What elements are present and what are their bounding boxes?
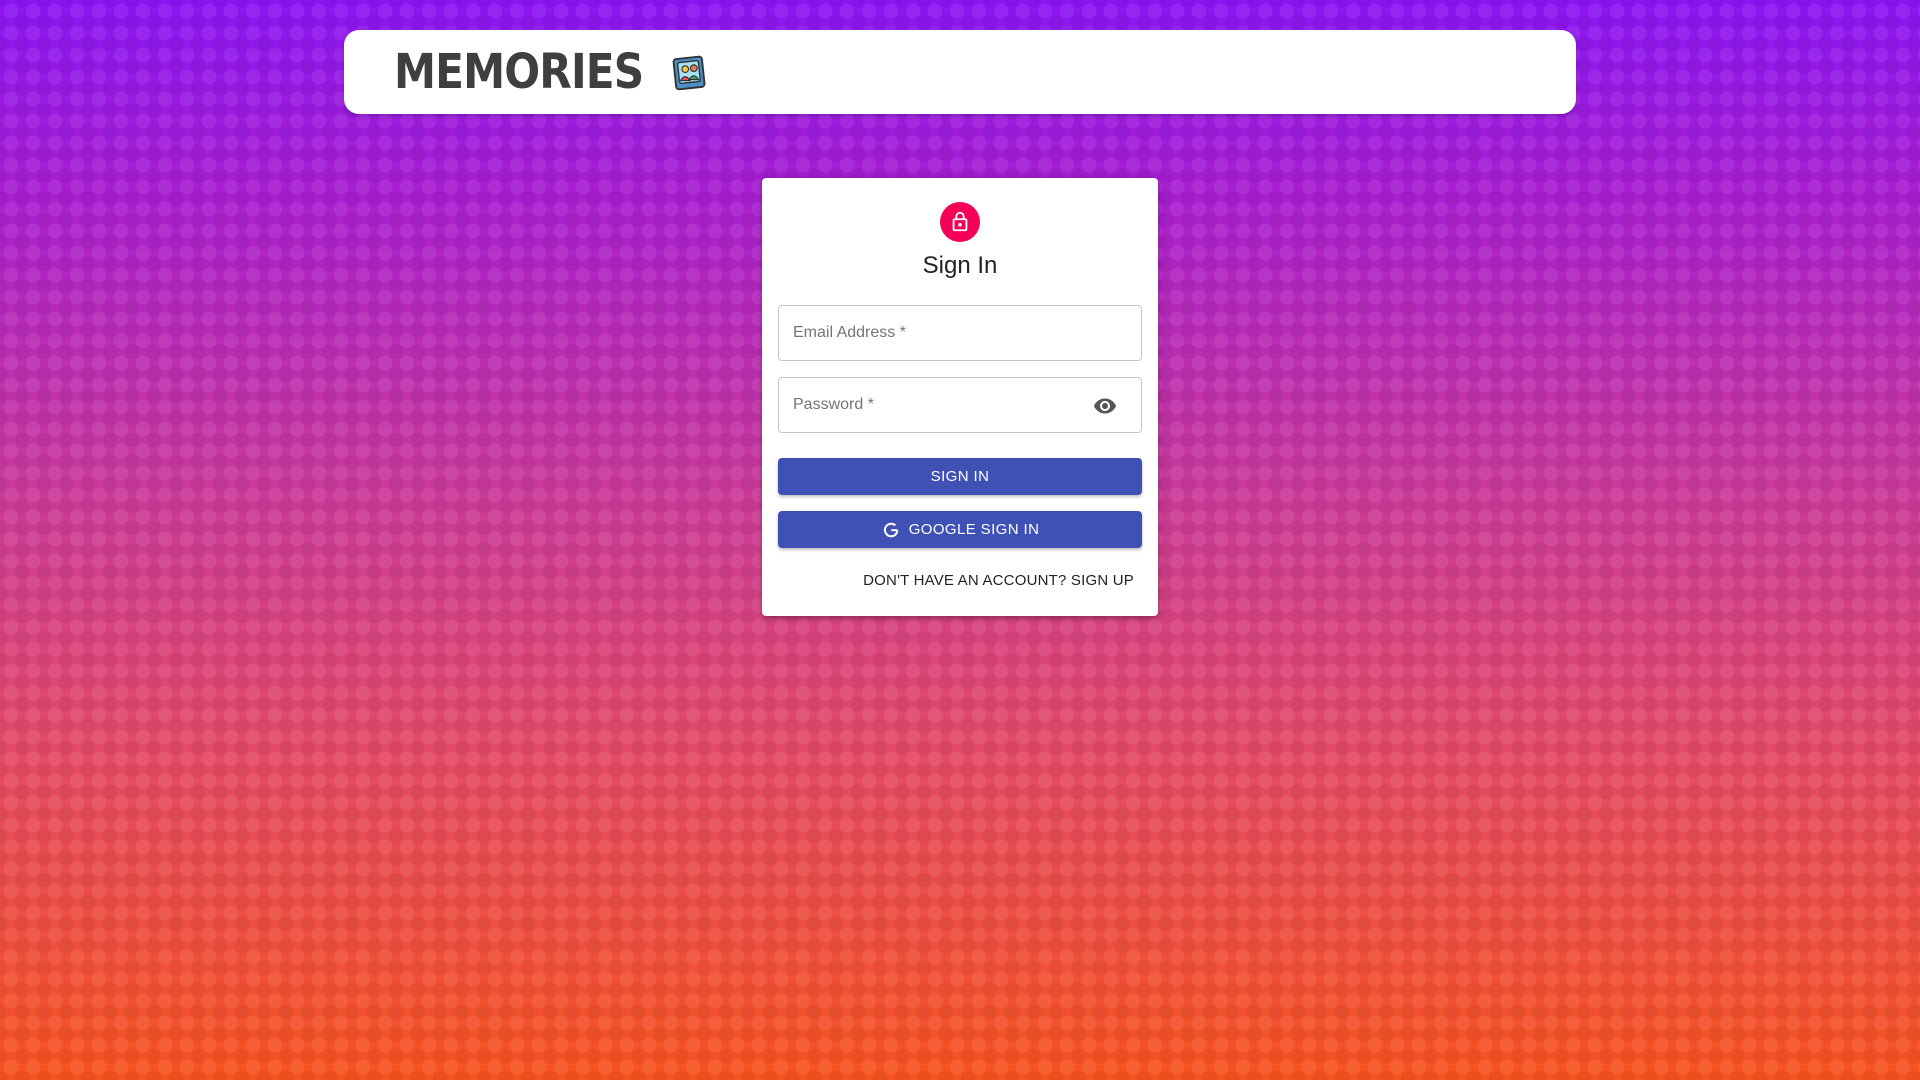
lock-icon <box>952 211 968 232</box>
lock-avatar <box>940 202 980 242</box>
page-title: Sign In <box>922 252 998 279</box>
email-field[interactable] <box>779 306 1141 360</box>
password-field-container <box>778 377 1142 433</box>
sign-up-link[interactable]: Don't have an account? Sign Up <box>863 572 1134 589</box>
app-bar: Memories <box>344 30 1576 114</box>
visibility-icon[interactable] <box>1093 394 1117 418</box>
memories-photo-icon <box>672 55 706 91</box>
google-sign-in-button[interactable]: Google Sign In <box>778 511 1142 548</box>
google-icon <box>883 522 898 537</box>
google-sign-in-label: Google Sign In <box>908 521 1040 538</box>
sign-in-button[interactable]: Sign In <box>778 458 1142 495</box>
email-field-container <box>778 305 1142 361</box>
sign-in-button-label: Sign In <box>930 468 990 485</box>
brand-title: Memories <box>394 44 644 100</box>
sign-in-card: Sign In Sign In Google Sign In Don't hav… <box>762 178 1158 616</box>
password-field[interactable] <box>779 378 1141 432</box>
